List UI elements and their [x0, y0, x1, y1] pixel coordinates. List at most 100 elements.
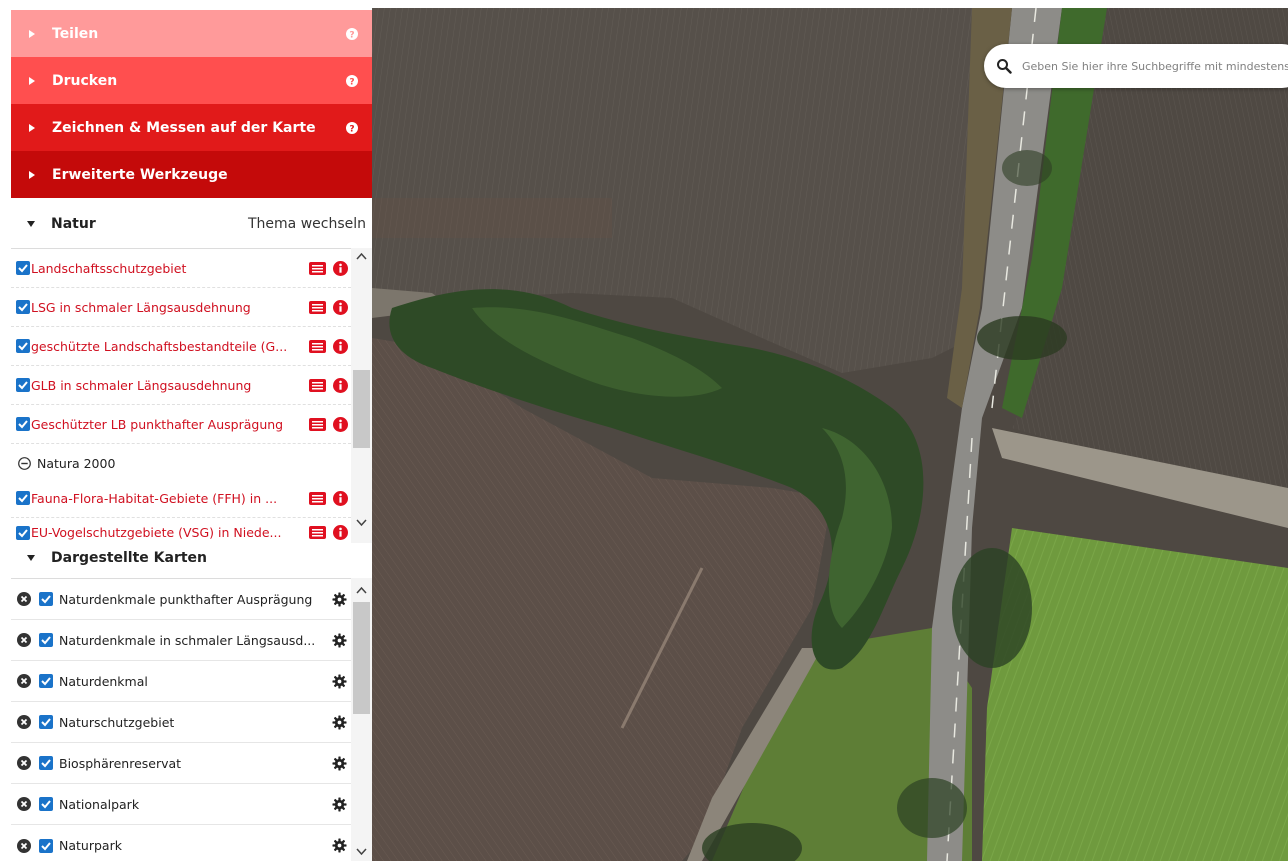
svg-text:?: ?: [349, 124, 354, 134]
legend-icon[interactable]: [309, 491, 326, 505]
scrollbar-thumb[interactable]: [353, 370, 370, 448]
map-row[interactable]: Biosphärenreservat: [11, 743, 351, 784]
aerial-imagery: [372, 8, 1288, 861]
layer-label: LSG in schmaler Längsausdehnung: [31, 299, 251, 315]
checkbox-icon[interactable]: [16, 417, 30, 431]
help-icon[interactable]: ?: [346, 121, 358, 134]
group-natura-2000[interactable]: Natura 2000: [11, 444, 351, 482]
switch-theme-link[interactable]: Thema wechseln: [248, 216, 366, 232]
remove-icon[interactable]: [17, 838, 31, 853]
layer-list-scrollbar[interactable]: [351, 248, 372, 543]
layer-row[interactable]: Geschützter LB punkthafter Ausprägung: [11, 405, 351, 444]
sidebar: Teilen ? Drucken ? Zeichnen & Messen auf…: [0, 8, 372, 861]
checkbox-icon[interactable]: [39, 674, 53, 688]
displayed-maps-scrollbar[interactable]: [351, 578, 372, 861]
map-row[interactable]: Naturpark: [11, 825, 351, 861]
layer-row[interactable]: Landschaftsschutzgebiet: [11, 249, 351, 288]
settings-icon[interactable]: [332, 755, 347, 771]
legend-icon[interactable]: [309, 526, 326, 539]
scrollbar-thumb[interactable]: [353, 602, 370, 714]
info-icon[interactable]: [333, 377, 348, 393]
settings-icon[interactable]: [332, 838, 347, 853]
map-view[interactable]: [372, 8, 1288, 861]
layer-label: Landschaftsschutzgebiet: [31, 260, 187, 276]
tool-advanced[interactable]: Erweiterte Werkzeuge: [11, 151, 372, 198]
map-label: Biosphärenreservat: [59, 755, 182, 771]
legend-icon[interactable]: [309, 300, 326, 314]
legend-icon[interactable]: [309, 417, 326, 431]
map-row[interactable]: Naturdenkmal: [11, 661, 351, 702]
checkbox-icon[interactable]: [16, 261, 30, 275]
theme-title: Natur: [51, 216, 96, 232]
remove-icon[interactable]: [17, 797, 31, 811]
layer-row[interactable]: LSG in schmaler Längsausdehnung: [11, 288, 351, 327]
displayed-maps-header[interactable]: Dargestellte Karten: [11, 542, 372, 574]
settings-icon[interactable]: [332, 632, 347, 648]
checkbox-icon[interactable]: [39, 797, 53, 811]
checkbox-icon[interactable]: [16, 300, 30, 314]
settings-icon[interactable]: [332, 591, 347, 607]
tool-print-label: Drucken: [52, 72, 118, 89]
caret-right-icon: [29, 170, 35, 179]
info-icon[interactable]: [333, 525, 348, 540]
caret-right-icon: [29, 123, 35, 132]
remove-icon[interactable]: [17, 633, 31, 647]
map-label: Nationalpark: [59, 796, 140, 812]
tool-draw-measure[interactable]: Zeichnen & Messen auf der Karte ?: [11, 104, 372, 151]
checkbox-icon[interactable]: [39, 715, 53, 729]
svg-text:?: ?: [349, 30, 354, 40]
help-icon[interactable]: ?: [346, 27, 358, 40]
info-icon[interactable]: [333, 490, 348, 506]
settings-icon[interactable]: [332, 714, 347, 730]
displayed-maps-list: Naturdenkmale punkthafter Ausprägung Nat…: [11, 578, 351, 861]
scroll-up-icon[interactable]: [356, 586, 367, 594]
displayed-maps-title: Dargestellte Karten: [51, 550, 208, 566]
info-icon[interactable]: [333, 338, 348, 354]
scroll-down-icon[interactable]: [356, 848, 367, 856]
layer-label: Fauna-Flora-Habitat-Gebiete (FFH) in ...: [31, 490, 278, 506]
remove-icon[interactable]: [17, 674, 31, 688]
remove-icon[interactable]: [17, 592, 31, 606]
theme-section-header[interactable]: Natur Thema wechseln: [11, 208, 372, 240]
tool-share[interactable]: Teilen ?: [11, 10, 372, 57]
info-icon[interactable]: [333, 260, 348, 276]
caret-right-icon: [29, 76, 35, 85]
map-row[interactable]: Naturdenkmale in schmaler Längsausd...: [11, 620, 351, 661]
search-input[interactable]: [1022, 59, 1288, 73]
remove-icon[interactable]: [17, 756, 31, 770]
map-row[interactable]: Naturschutzgebiet: [11, 702, 351, 743]
layer-row[interactable]: geschützte Landschaftsbestandteile (G...: [11, 327, 351, 366]
map-label: Naturpark: [59, 838, 122, 853]
layer-row[interactable]: GLB in schmaler Längsausdehnung: [11, 366, 351, 405]
map-row[interactable]: Nationalpark: [11, 784, 351, 825]
legend-icon[interactable]: [309, 261, 326, 275]
info-icon[interactable]: [333, 299, 348, 315]
minus-circle-icon[interactable]: [18, 456, 31, 470]
legend-icon[interactable]: [309, 378, 326, 392]
tool-advanced-label: Erweiterte Werkzeuge: [52, 166, 228, 183]
checkbox-icon[interactable]: [16, 525, 30, 540]
checkbox-icon[interactable]: [39, 838, 53, 853]
checkbox-icon[interactable]: [16, 339, 30, 353]
search-icon: [997, 59, 1012, 74]
help-icon[interactable]: ?: [346, 74, 358, 87]
layer-label: EU-Vogelschutzgebiete (VSG) in Niede...: [31, 525, 282, 540]
map-row[interactable]: Naturdenkmale punkthafter Ausprägung: [11, 579, 351, 620]
tool-print[interactable]: Drucken ?: [11, 57, 372, 104]
search-bar[interactable]: [984, 44, 1288, 88]
info-icon[interactable]: [333, 416, 348, 432]
layer-list: Landschaftsschutzgebiet LSG in schmaler …: [11, 248, 351, 543]
checkbox-icon[interactable]: [39, 633, 53, 647]
remove-icon[interactable]: [17, 715, 31, 729]
scroll-up-icon[interactable]: [356, 252, 367, 260]
settings-icon[interactable]: [332, 673, 347, 689]
checkbox-icon[interactable]: [39, 592, 53, 606]
checkbox-icon[interactable]: [16, 378, 30, 392]
caret-down-icon: [27, 221, 35, 227]
settings-icon[interactable]: [332, 796, 347, 812]
layer-row[interactable]: EU-Vogelschutzgebiete (VSG) in Niede...: [11, 513, 351, 543]
scroll-down-icon[interactable]: [356, 519, 367, 527]
legend-icon[interactable]: [309, 339, 326, 353]
checkbox-icon[interactable]: [16, 491, 30, 505]
checkbox-icon[interactable]: [39, 756, 53, 770]
